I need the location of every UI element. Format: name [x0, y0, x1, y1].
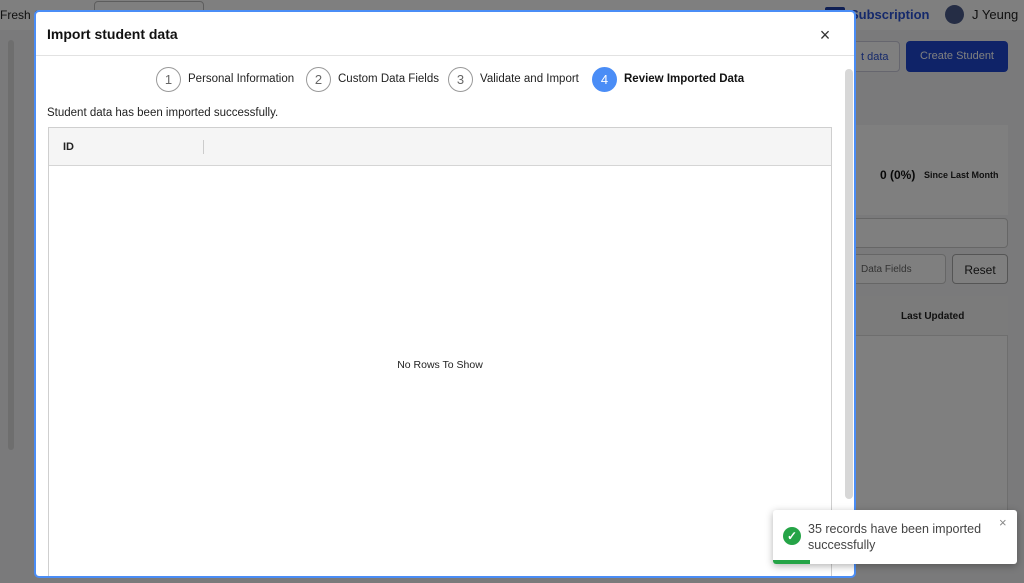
check-circle-icon: ✓ [783, 527, 801, 545]
step-personal-information[interactable]: 1 Personal Information [156, 66, 294, 92]
modal-title: Import student data [47, 26, 178, 42]
toast-progress-bar [773, 560, 810, 564]
step-validate-and-import[interactable]: 3 Validate and Import [448, 66, 579, 92]
imported-data-grid: ID No Rows To Show [48, 127, 832, 576]
success-toast: ✓ 35 records have been imported successf… [773, 510, 1017, 564]
step-label: Validate and Import [480, 73, 579, 85]
step-number: 3 [448, 66, 473, 92]
id-column-header[interactable]: ID [63, 141, 74, 153]
step-number: 4 [592, 66, 617, 92]
close-icon[interactable]: × [814, 24, 836, 46]
step-review-imported-data[interactable]: 4 Review Imported Data [592, 66, 744, 92]
step-number: 2 [306, 66, 331, 92]
toast-message: 35 records have been imported successful… [808, 522, 982, 552]
import-student-data-modal: Import student data × 1 Personal Informa… [34, 10, 856, 578]
import-success-message: Student data has been imported successfu… [47, 107, 279, 119]
step-number: 1 [156, 66, 181, 92]
step-label: Personal Information [188, 73, 295, 85]
step-label: Custom Data Fields [338, 73, 439, 85]
modal-scrollbar[interactable] [845, 69, 853, 499]
column-divider[interactable] [203, 140, 204, 154]
step-label: Review Imported Data [624, 73, 745, 85]
modal-header: Import student data × [36, 12, 854, 56]
grid-header: ID [49, 128, 831, 166]
toast-close-icon[interactable]: × [999, 515, 1007, 530]
step-custom-data-fields[interactable]: 2 Custom Data Fields [306, 66, 439, 92]
grid-empty-message: No Rows To Show [397, 359, 483, 371]
import-stepper: 1 Personal Information 2 Custom Data Fie… [36, 66, 854, 98]
